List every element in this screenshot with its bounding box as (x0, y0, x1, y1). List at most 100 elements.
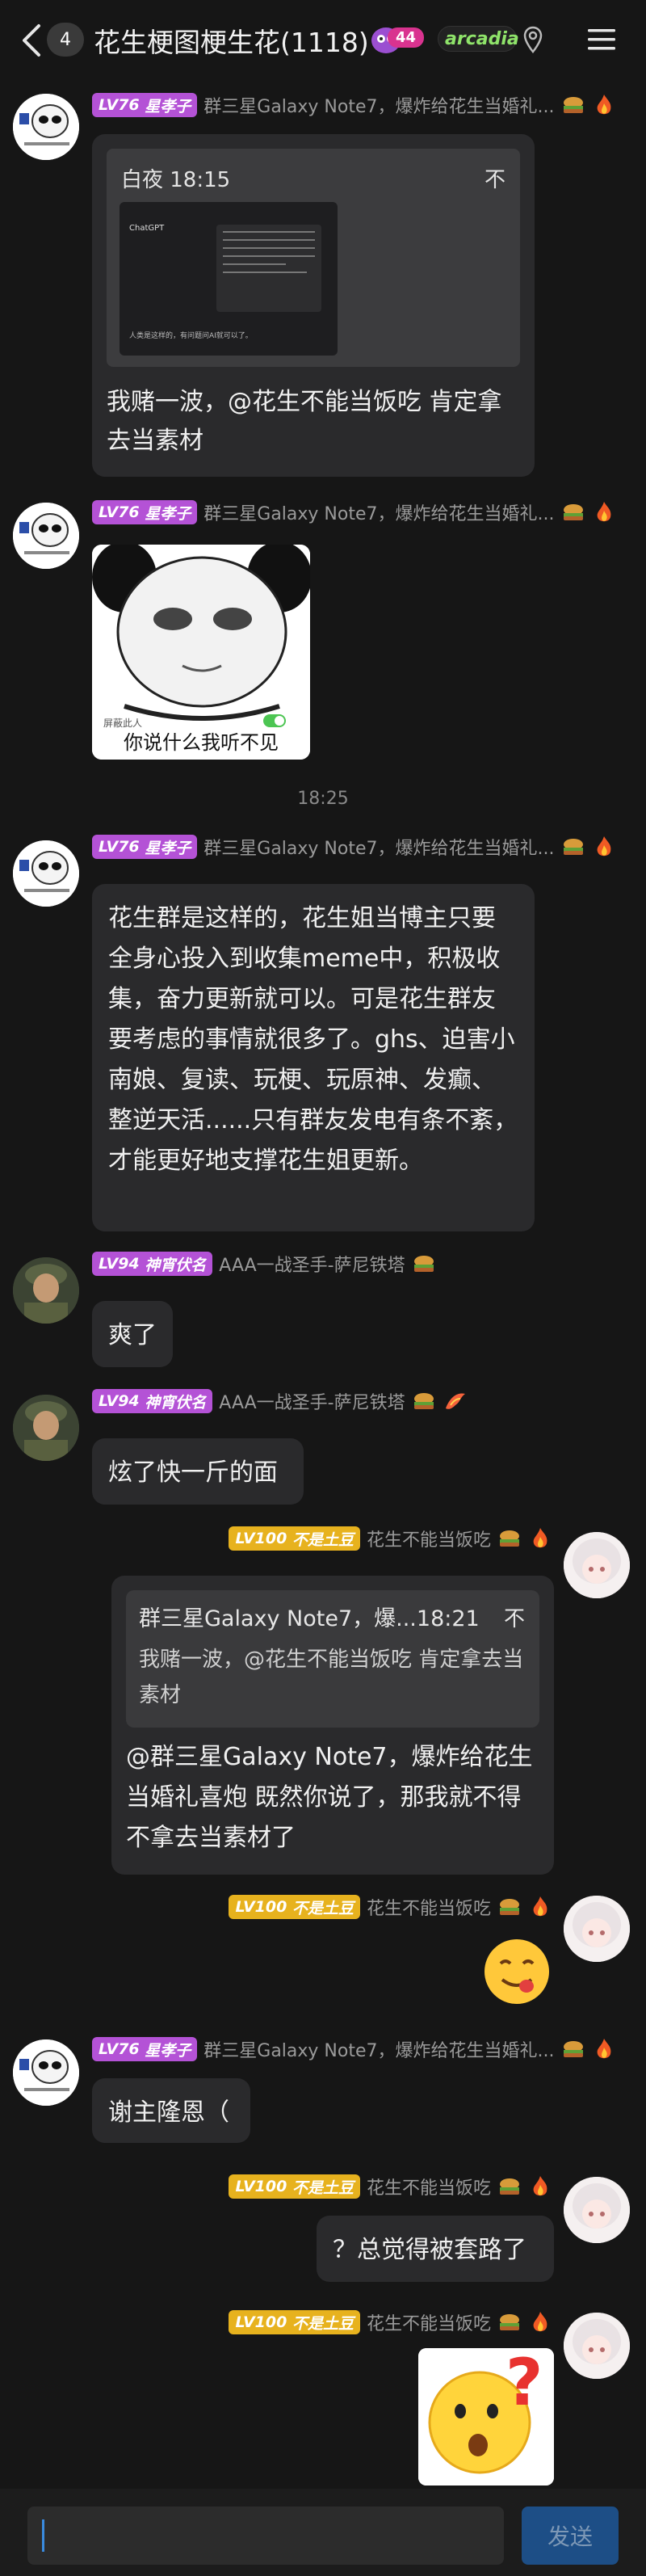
avatar[interactable] (564, 1896, 630, 1962)
avatar[interactable] (564, 1532, 630, 1598)
avatar[interactable] (13, 94, 79, 160)
message-8: LV76 星孝子 群三星Galaxy Note7，爆炸给花生当婚礼... 谢主隆… (0, 2036, 646, 2157)
message-bubble[interactable]: 谢主隆恩（ (92, 2078, 250, 2143)
message-1: LV76 星孝子 群三星Galaxy Note7，爆炸给花生当婚礼... 白夜 … (0, 89, 646, 485)
fire-emoji-icon (528, 2310, 552, 2334)
sticker-toggle-label: 屏蔽此人 (103, 718, 143, 729)
send-button[interactable]: 发送 (522, 2507, 619, 2565)
sticker-caption: 你说什么我听不见 (124, 731, 279, 754)
screenshot-header-right: 不 (484, 168, 505, 192)
message-5: LV94 神宵伏名 AAA一战圣手-萨尼铁塔 炫了快一斤的面 (0, 1388, 646, 1517)
panda-sticker[interactable]: 屏蔽此人 你说什么我听不见 (92, 545, 310, 760)
white-hair-girl-avatar-icon (564, 1896, 630, 1962)
input-bar: 发送 (0, 2489, 646, 2576)
hamburger-emoji-icon (497, 2310, 522, 2334)
message-bubble[interactable]: 爽了 (92, 1301, 173, 1367)
level-badge: LV94 神宵伏名 (92, 1252, 213, 1276)
quote-close-button[interactable]: 不 (504, 1602, 525, 1637)
message-bubble[interactable]: 群三星Galaxy Note7，爆...18:21 不 我赌一波，@花生不能当饭… (111, 1576, 554, 1875)
level-badge: LV76 星孝子 (92, 2037, 198, 2061)
sender-nickname[interactable]: 群三星Galaxy Note7，爆炸给花生当婚礼... (203, 834, 554, 860)
sender-line: LV76 星孝子 群三星Galaxy Note7，爆炸给花生当婚礼... (92, 92, 616, 118)
hamburger-emoji-icon (561, 500, 585, 524)
time-separator: 18:25 (297, 789, 349, 809)
sender-nickname[interactable]: 花生不能当饭吃 (367, 1526, 491, 1551)
group-title: 花生梗图梗生花(1118) (94, 27, 369, 58)
fire-emoji-icon (528, 1895, 552, 1919)
owl-badge-count: 44 (388, 27, 425, 48)
message-bubble[interactable]: 炫了快一斤的面 (92, 1438, 304, 1505)
yum-face-icon (484, 1939, 549, 2004)
sender-line: LV100 不是土豆 花生不能当饭吃 (229, 1526, 552, 1551)
message-bubble[interactable]: 花生群是这样的，花生姐当博主只要全身心投入到收集meme中，积极收集，奋力更新就… (92, 884, 535, 1231)
white-hair-girl-avatar-icon (564, 2313, 630, 2379)
yum-face-emoji-sticker[interactable] (481, 1936, 552, 2007)
quote-header: 群三星Galaxy Note7，爆...18:21 (139, 1606, 480, 1631)
sender-line: LV76 星孝子 群三星Galaxy Note7，爆炸给花生当婚礼... (92, 834, 616, 860)
message-text: 我赌一波，@花生不能当饭吃 肯定拿去当素材 (107, 388, 502, 455)
message-3: LV76 星孝子 群三星Galaxy Note7，爆炸给花生当婚礼... 花生群… (0, 832, 646, 1236)
screenshot-text-block (216, 225, 321, 312)
fire-emoji-icon (528, 2174, 552, 2199)
question-face-sticker[interactable]: ? (418, 2348, 554, 2486)
sender-nickname[interactable]: 花生不能当饭吃 (367, 1894, 491, 1920)
white-hair-girl-avatar-icon (564, 1532, 630, 1598)
panda-avatar-icon (13, 94, 79, 160)
sender-nickname[interactable]: 群三星Galaxy Note7，爆炸给花生当婚礼... (203, 499, 554, 525)
arcadia-badge[interactable]: arcadia (438, 26, 519, 52)
menu-icon[interactable] (586, 26, 617, 53)
sender-line: LV100 不是土豆 花生不能当饭吃 (229, 1894, 552, 1920)
message-input[interactable] (27, 2507, 504, 2565)
level-badge: LV100 不是土豆 (229, 1895, 360, 1919)
sender-nickname[interactable]: 群三星Galaxy Note7，爆炸给花生当婚礼... (203, 92, 554, 118)
sender-nickname[interactable]: AAA一战圣手-萨尼铁塔 (219, 1251, 405, 1277)
quoted-message[interactable]: 群三星Galaxy Note7，爆...18:21 不 我赌一波，@花生不能当饭… (126, 1590, 539, 1728)
message-7: LV100 不是土豆 花生不能当饭吃 (0, 1891, 646, 2012)
message-6: LV100 不是土豆 花生不能当饭吃 群三星Galaxy Note7，爆...1… (0, 1526, 646, 1889)
level-badge: LV76 星孝子 (92, 835, 198, 859)
panda-avatar-icon (13, 840, 79, 907)
avatar[interactable] (13, 503, 79, 569)
sticker-toggle-switch (263, 714, 286, 727)
message-bubble[interactable]: 白夜 18:15 不 ChatGPT 人类是这样的，有问题问AI就可以了。 我赌… (92, 134, 535, 477)
message-10: LV100 不是土豆 花生不能当饭吃 ? (0, 2309, 646, 2487)
screenshot-footer: 人类是这样的，有问题问AI就可以了。 (129, 332, 253, 340)
avatar[interactable] (13, 840, 79, 907)
text-caret (42, 2519, 44, 2552)
message-bubble[interactable]: ？总觉得被套路了 (317, 2216, 554, 2282)
svg-text:?: ? (505, 2348, 543, 2420)
phoenix-emoji-icon (443, 1389, 467, 1413)
avatar[interactable] (13, 1395, 79, 1461)
soldier-avatar-icon (13, 1257, 79, 1324)
avatar[interactable] (564, 2177, 630, 2243)
back-arrow-icon[interactable] (16, 23, 48, 58)
hamburger-emoji-icon (497, 2174, 522, 2199)
fire-emoji-icon (592, 2037, 616, 2061)
soldier-avatar-icon (13, 1395, 79, 1461)
sender-nickname[interactable]: 花生不能当饭吃 (367, 2174, 491, 2199)
avatar[interactable] (13, 2039, 79, 2106)
hamburger-emoji-icon (412, 1252, 436, 1276)
avatar[interactable] (564, 2313, 630, 2379)
screenshot-header-left: 白夜 18:15 (121, 168, 231, 192)
panda-avatar-icon (13, 503, 79, 569)
panda-avatar-icon (13, 2039, 79, 2106)
level-badge: LV94 神宵伏名 (92, 1389, 213, 1413)
sender-nickname[interactable]: AAA一战圣手-萨尼铁塔 (219, 1388, 405, 1414)
location-pin-icon[interactable] (523, 26, 543, 53)
level-badge: LV100 不是土豆 (229, 1526, 360, 1551)
screenshot-app-name: ChatGPT (129, 224, 165, 233)
sender-line: LV100 不是土豆 花生不能当饭吃 (229, 2309, 552, 2335)
sender-nickname[interactable]: 花生不能当饭吃 (367, 2309, 491, 2335)
level-badge: LV100 不是土豆 (229, 2174, 360, 2199)
hamburger-emoji-icon (561, 2037, 585, 2061)
sender-nickname[interactable]: 群三星Galaxy Note7，爆炸给花生当婚礼... (203, 2036, 554, 2062)
fire-emoji-icon (592, 93, 616, 117)
screenshot-image[interactable]: 白夜 18:15 不 ChatGPT 人类是这样的，有问题问AI就可以了。 (107, 149, 520, 367)
message-9: LV100 不是土豆 花生不能当饭吃 ？总觉得被套路了 (0, 2174, 646, 2295)
hamburger-emoji-icon (561, 93, 585, 117)
unread-count-badge[interactable]: 4 (47, 23, 84, 57)
message-2: LV76 星孝子 群三星Galaxy Note7，爆炸给花生当婚礼... 屏蔽此… (0, 495, 646, 769)
fire-emoji-icon (592, 835, 616, 859)
avatar[interactable] (13, 1257, 79, 1324)
